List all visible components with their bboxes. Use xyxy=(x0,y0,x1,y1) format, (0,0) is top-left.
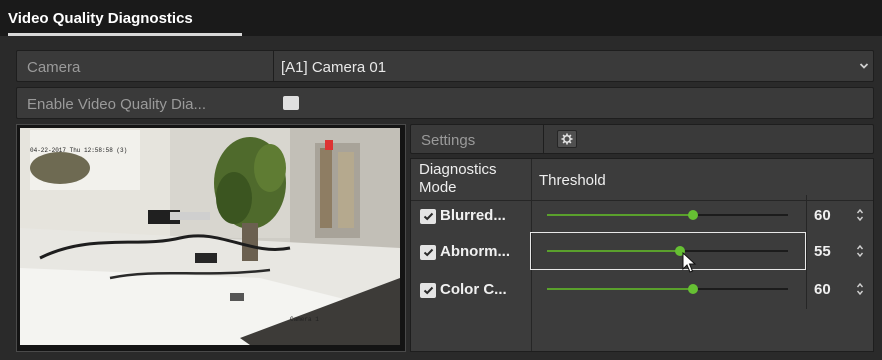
settings-row: Settings xyxy=(410,124,874,154)
checkmark-icon xyxy=(423,286,433,295)
slider-fill xyxy=(547,214,693,216)
checkmark-icon xyxy=(423,248,433,257)
column-header-threshold: Threshold xyxy=(539,172,606,189)
field-divider xyxy=(273,51,274,81)
value-divider xyxy=(806,269,807,309)
osd-timestamp: 04-22-2017 Thu 12:58:58 (3) xyxy=(30,147,128,154)
mode-label-blurred: Blurred... xyxy=(440,207,506,224)
slider-thumb-color-cast[interactable] xyxy=(688,284,698,294)
field-divider xyxy=(543,125,544,153)
camera-row[interactable]: Camera [A1] Camera 01 xyxy=(16,50,874,82)
value-divider xyxy=(806,195,807,235)
slider-track xyxy=(693,288,788,290)
threshold-value-color-cast[interactable]: 60 xyxy=(814,281,831,298)
value-divider xyxy=(806,231,807,271)
camera-label: Camera xyxy=(27,59,81,76)
slider-fill xyxy=(547,250,680,252)
stepper-icon[interactable] xyxy=(856,208,864,222)
settings-label: Settings xyxy=(421,132,476,149)
mode-label-abnormal: Abnorm... xyxy=(440,243,510,260)
camera-select[interactable]: [A1] Camera 01 xyxy=(281,59,386,76)
color-cast-checkbox[interactable] xyxy=(420,283,436,298)
stepper-icon[interactable] xyxy=(856,244,864,258)
column-header-diagnostics-mode: Diagnostics Mode xyxy=(419,161,497,196)
gear-icon xyxy=(561,133,573,145)
enable-label: Enable Video Quality Dia... xyxy=(27,96,206,113)
osd-camera-name: Camera 1 xyxy=(290,316,319,323)
threshold-value-blurred[interactable]: 60 xyxy=(814,207,831,224)
slider-track xyxy=(693,214,788,216)
mouse-cursor-icon xyxy=(682,252,697,273)
enable-row: Enable Video Quality Dia... xyxy=(16,87,874,119)
mode-label-color-cast: Color C... xyxy=(440,281,507,298)
chevron-down-icon[interactable] xyxy=(859,61,869,71)
threshold-value-abnormal[interactable]: 55 xyxy=(814,243,831,260)
stepper-icon[interactable] xyxy=(856,282,864,296)
checkmark-icon xyxy=(423,212,433,221)
slider-fill xyxy=(547,288,693,290)
slider-thumb-blurred[interactable] xyxy=(688,210,698,220)
title-underline xyxy=(8,33,242,36)
blurred-checkbox[interactable] xyxy=(420,209,436,224)
header-divider xyxy=(411,200,873,201)
abnormal-checkbox[interactable] xyxy=(420,245,436,260)
enable-checkbox[interactable] xyxy=(283,96,299,110)
settings-gear-button[interactable] xyxy=(557,130,577,148)
camera-preview-image xyxy=(20,128,400,345)
page-title: Video Quality Diagnostics xyxy=(8,10,193,27)
